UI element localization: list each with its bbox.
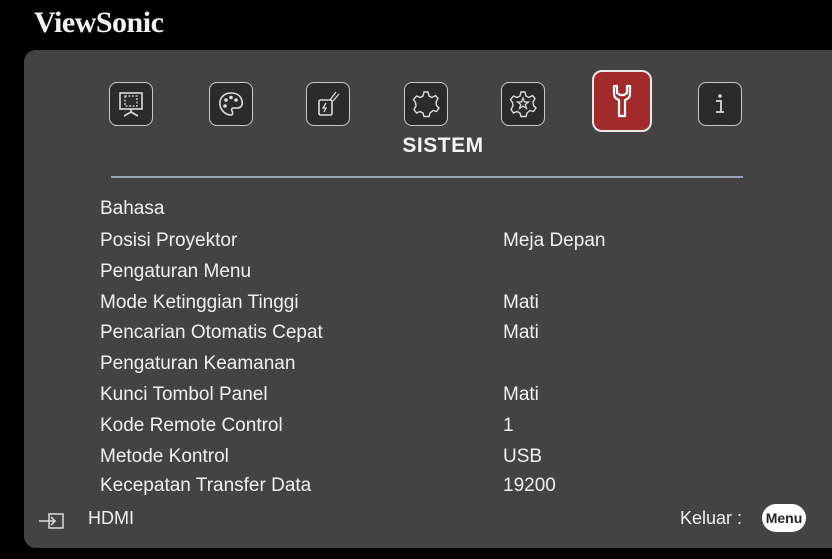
palette-icon: [219, 92, 244, 116]
menu-item-label: Posisi Proyektor: [100, 230, 238, 251]
osd-panel: SISTEM Bahasa Posisi Proyektor Meja Depa…: [24, 50, 832, 548]
menu-item-security-settings[interactable]: Pengaturan Keamanan: [100, 349, 800, 379]
menu-item-value: Mati: [503, 322, 539, 343]
input-source-icon: [39, 513, 64, 529]
tab-basic[interactable]: [404, 82, 448, 126]
basic-gear-icon: [412, 91, 440, 118]
menu-item-value: Mati: [503, 292, 539, 313]
power-icon: [318, 91, 340, 116]
menu-item-value: USB: [503, 446, 543, 467]
tab-advanced[interactable]: [501, 82, 545, 126]
menu-item-panel-key-lock[interactable]: Kunci Tombol Panel Mati: [100, 380, 800, 410]
tab-information[interactable]: [698, 82, 742, 126]
tab-power[interactable]: [306, 82, 350, 126]
menu-button[interactable]: Menu: [762, 504, 806, 532]
menu-item-value: Mati: [503, 384, 539, 405]
menu-item-quick-auto-search[interactable]: Pencarian Otomatis Cepat Mati: [100, 318, 800, 348]
menu-item-label: Kecepatan Transfer Data: [100, 475, 312, 496]
menu-item-control-method[interactable]: Metode Kontrol USB: [100, 442, 800, 472]
menu-item-label: Mode Ketinggian Tinggi: [100, 292, 299, 313]
exit-label: Keluar :: [680, 508, 743, 528]
menu-item-high-altitude-mode[interactable]: Mode Ketinggian Tinggi Mati: [100, 288, 800, 318]
active-tab-title: SISTEM: [402, 134, 484, 157]
menu-item-baud-rate[interactable]: Kecepatan Transfer Data 19200: [100, 471, 800, 501]
menu-item-value: 1: [503, 415, 514, 436]
display-icon: [119, 92, 143, 117]
divider: [111, 176, 743, 178]
menu-item-label: Metode Kontrol: [100, 446, 229, 467]
menu-item-remote-control-code[interactable]: Kode Remote Control 1: [100, 411, 800, 441]
tab-picture[interactable]: [209, 82, 253, 126]
menu-item-label: Pencarian Otomatis Cepat: [100, 322, 323, 343]
osd-screen: ViewSonic SISTEM Bahasa Posisi Proyektor…: [0, 0, 832, 559]
menu-item-label: Kunci Tombol Panel: [100, 384, 268, 405]
advanced-gear-icon: [509, 91, 537, 118]
menu-item-label: Kode Remote Control: [100, 415, 283, 436]
brand-logo: ViewSonic: [34, 6, 164, 39]
info-icon: [716, 94, 724, 113]
menu-item-value: 19200: [503, 475, 556, 496]
tab-system[interactable]: [592, 70, 652, 132]
menu-item-menu-settings[interactable]: Pengaturan Menu: [100, 257, 800, 287]
menu-item-value: Meja Depan: [503, 230, 606, 251]
menu-item-label: Bahasa: [100, 198, 165, 219]
menu-item-label: Pengaturan Menu: [100, 261, 252, 282]
wrench-icon: [612, 84, 632, 118]
tab-bar: SISTEM: [24, 50, 832, 160]
input-source-label: HDMI: [88, 508, 134, 528]
menu-item-language[interactable]: Bahasa: [100, 194, 800, 224]
tab-display[interactable]: [109, 82, 153, 126]
menu-item-label: Pengaturan Keamanan: [100, 353, 296, 374]
menu-item-projector-position[interactable]: Posisi Proyektor Meja Depan: [100, 226, 800, 256]
